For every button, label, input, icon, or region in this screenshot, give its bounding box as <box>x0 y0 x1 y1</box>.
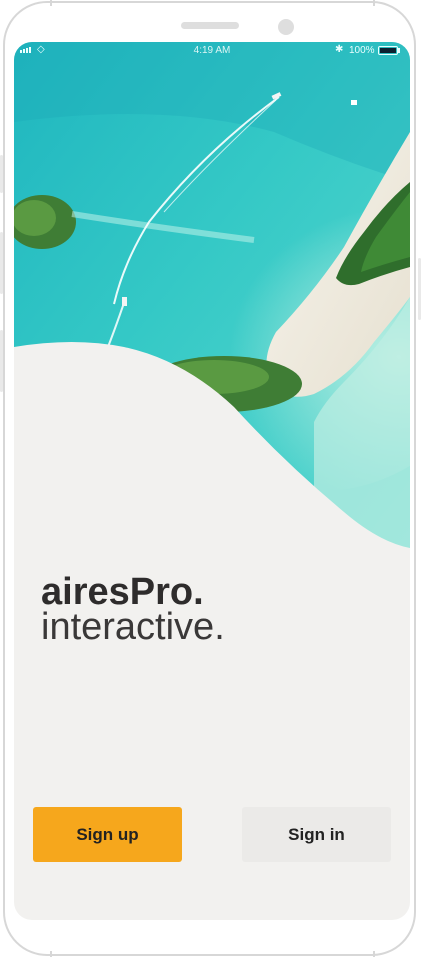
sign-up-button[interactable]: Sign up <box>33 807 182 862</box>
battery-icon-tip <box>398 48 400 53</box>
phone-top-edge <box>50 0 375 6</box>
front-camera <box>278 19 294 35</box>
bluetooth-icon: ✱ <box>335 44 344 55</box>
sign-in-button[interactable]: Sign in <box>242 807 391 862</box>
phone-bottom-edge <box>50 951 375 957</box>
hero-image <box>14 42 410 548</box>
status-bar: ◇ 4:19 AM ✱ 100% <box>14 42 410 60</box>
app-screen: ◇ 4:19 AM ✱ 100% airesPro. interactive. … <box>14 42 410 920</box>
speaker-grille <box>181 22 239 29</box>
brand-tagline: interactive. <box>41 606 225 648</box>
brand-logo: airesPro. interactive. <box>41 570 225 646</box>
battery-percent: 100% <box>349 45 375 56</box>
battery-icon <box>378 46 398 55</box>
